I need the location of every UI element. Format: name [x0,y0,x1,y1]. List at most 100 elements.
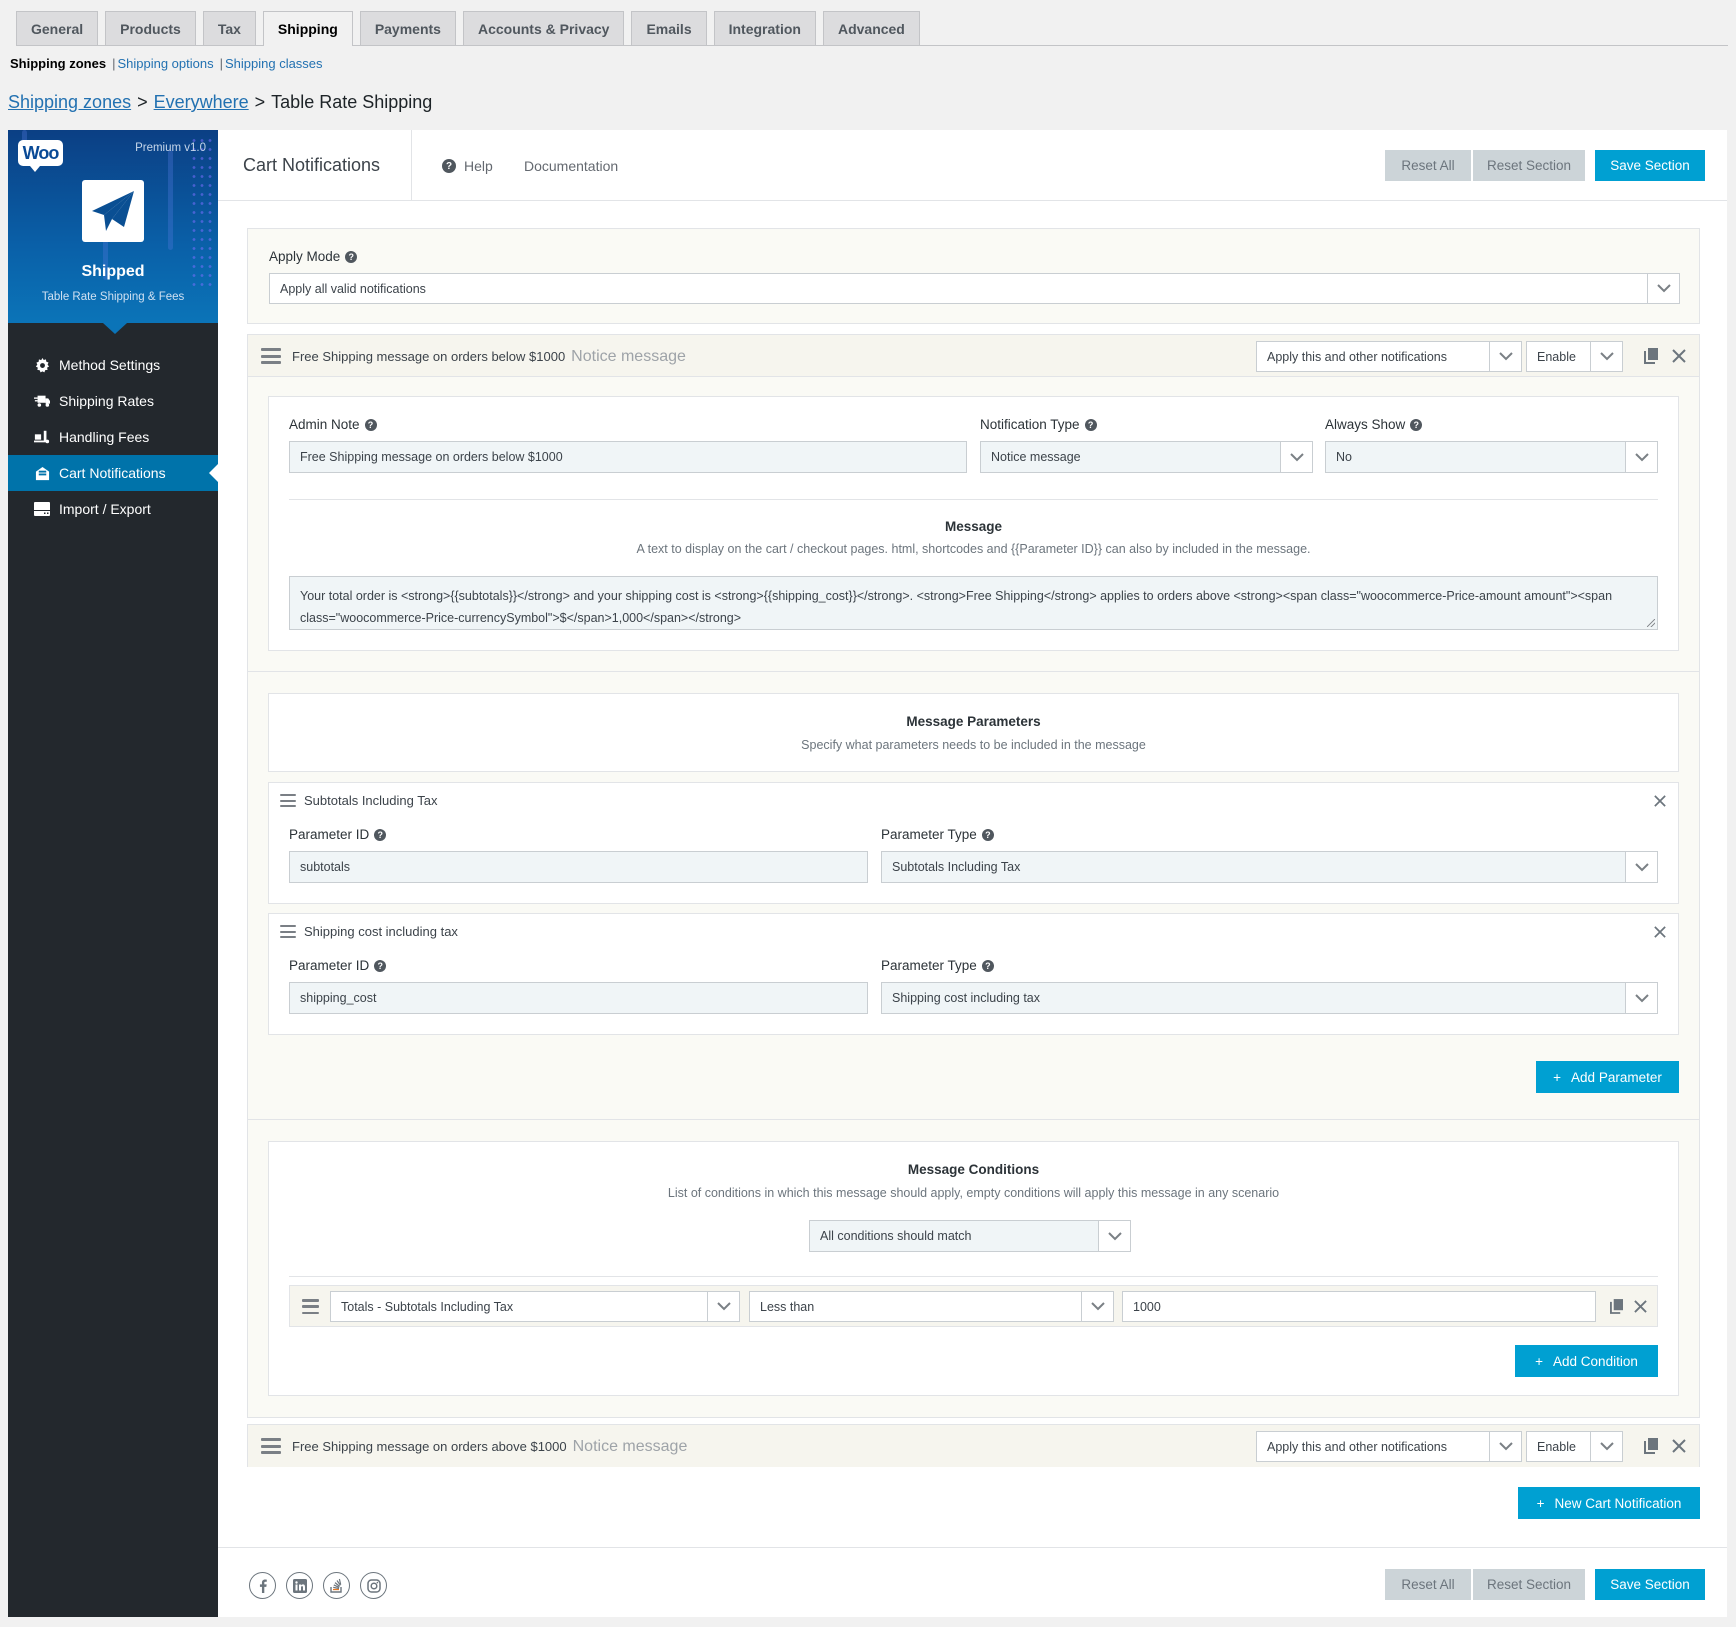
message-textarea[interactable]: Your total order is <strong>{{subtotals}… [289,576,1658,630]
parameter-type-label-text: Parameter Type [881,827,977,842]
panel-header: Cart Notifications ? Help Documentation … [218,130,1727,201]
drag-handle-icon[interactable] [280,794,296,807]
instagram-icon[interactable] [360,1572,387,1599]
reset-section-button[interactable]: Reset Section [1473,1569,1587,1600]
condition-field-select[interactable]: Totals - Subtotals Including Tax [330,1291,740,1322]
sidebar-item-label: Handling Fees [59,429,150,445]
sidebar-item-method-settings[interactable]: Method Settings [8,347,218,383]
sidebar-item-handling-fees[interactable]: Handling Fees [8,419,218,455]
parameter-type-select[interactable]: Subtotals Including Tax [881,851,1658,883]
new-cart-notification-button[interactable]: + New Cart Notification [1518,1487,1700,1519]
question-icon: ? [442,159,456,173]
status-select[interactable]: Enable [1526,1431,1623,1462]
notification-name: Free Shipping message on orders above $1… [292,1439,567,1454]
parameter-id-input[interactable]: subtotals [289,851,868,883]
question-icon[interactable]: ? [1084,418,1097,431]
parameter-type-select[interactable]: Shipping cost including tax [881,982,1658,1014]
tab-products[interactable]: Products [105,11,196,45]
condition-value-input[interactable]: 1000 [1122,1291,1596,1322]
tab-accounts-privacy[interactable]: Accounts & Privacy [462,11,625,45]
drag-handle-icon[interactable] [280,925,296,938]
breadcrumb: Shipping zones > Everywhere > Table Rate… [8,92,432,113]
tab-general[interactable]: General [16,11,99,45]
conditions-description: List of conditions in which this message… [667,1186,1280,1200]
chevron-down-icon [707,1292,739,1321]
apply-behavior-select[interactable]: Apply this and other notifications [1256,1431,1522,1462]
breadcrumb-everywhere[interactable]: Everywhere [154,92,249,113]
parameter-title: Shipping cost including tax [304,924,458,939]
subnav-shipping-options[interactable]: Shipping options [117,56,213,71]
close-icon[interactable] [1654,795,1666,807]
notification-type-field-label: Notification Type ? [980,417,1097,432]
sidebar-item-import-export[interactable]: Import / Export [8,491,218,527]
brand-pointer [103,323,127,334]
drag-handle-icon[interactable] [261,1438,281,1454]
question-icon[interactable]: ? [364,418,377,431]
tab-tax[interactable]: Tax [202,11,256,45]
chevron-down-icon [1098,1221,1130,1251]
linkedin-icon[interactable] [286,1572,313,1599]
subnav-shipping-classes[interactable]: Shipping classes [225,56,323,71]
condition-operator-select[interactable]: Less than [749,1291,1114,1322]
close-icon[interactable] [1672,1439,1686,1453]
duplicate-icon[interactable] [1644,1438,1658,1454]
notification-header[interactable]: Free Shipping message on orders above $1… [248,1425,1699,1467]
parameter-title: Subtotals Including Tax [304,793,438,808]
help-link[interactable]: ? Help [442,158,493,174]
add-condition-button[interactable]: + Add Condition [1515,1345,1658,1377]
parameter-type-label: Parameter Type ? [881,958,994,973]
facebook-icon[interactable] [249,1572,276,1599]
question-icon[interactable]: ? [345,250,358,263]
parameter-type-label: Parameter Type ? [881,827,994,842]
drag-handle-icon[interactable] [302,1299,319,1314]
add-parameter-button[interactable]: + Add Parameter [1536,1061,1679,1093]
question-icon[interactable]: ? [981,959,994,972]
sidebar-item-cart-notifications[interactable]: Cart Notifications [8,455,218,491]
always-show-select[interactable]: No [1325,441,1658,473]
parameter-id-label-text: Parameter ID [289,958,370,973]
duplicate-icon[interactable] [1610,1299,1623,1314]
parameter-type-value: Subtotals Including Tax [892,860,1021,874]
sidebar-item-shipping-rates[interactable]: Shipping Rates [8,383,218,419]
reset-section-button[interactable]: Reset Section [1473,150,1587,181]
apply-mode-label: Apply Mode ? [269,249,358,264]
parameter-id-input[interactable]: shipping_cost [289,982,868,1014]
save-section-button[interactable]: Save Section [1595,1569,1705,1600]
status-select[interactable]: Enable [1526,341,1623,372]
tab-integration[interactable]: Integration [713,11,816,45]
save-section-button[interactable]: Save Section [1595,150,1705,181]
subnav-shipping-zones[interactable]: Shipping zones [10,56,106,71]
duplicate-icon[interactable] [1644,348,1658,364]
breadcrumb-shipping-zones[interactable]: Shipping zones [8,92,131,113]
close-icon[interactable] [1672,349,1686,363]
notification-type-select[interactable]: Notice message [980,441,1313,473]
conditions-match-select[interactable]: All conditions should match [809,1220,1131,1252]
admin-note-input[interactable]: Free Shipping message on orders below $1… [289,441,967,473]
status-value: Enable [1537,1439,1576,1454]
tab-advanced[interactable]: Advanced [822,11,920,45]
notification-header[interactable]: Free Shipping message on orders below $1… [248,335,1699,377]
question-icon[interactable]: ? [374,959,387,972]
apply-mode-select[interactable]: Apply all valid notifications [269,273,1680,304]
reset-all-button[interactable]: Reset All [1385,150,1473,181]
close-icon[interactable] [1654,926,1666,938]
stackoverflow-icon[interactable] [323,1572,350,1599]
resize-handle[interactable] [1647,619,1655,627]
apply-behavior-select[interactable]: Apply this and other notifications [1256,341,1522,372]
tab-payments[interactable]: Payments [359,11,456,45]
tab-emails[interactable]: Emails [631,11,707,45]
documentation-link[interactable]: Documentation [524,158,618,174]
question-icon[interactable]: ? [374,828,387,841]
drag-handle-icon[interactable] [261,348,281,364]
question-icon[interactable]: ? [981,828,994,841]
header-divider [411,130,412,201]
question-icon[interactable]: ? [1410,418,1423,431]
tab-shipping[interactable]: Shipping [262,11,353,46]
subnav-separator: | [219,56,223,71]
reset-all-button[interactable]: Reset All [1385,1569,1473,1600]
close-icon[interactable] [1634,1300,1647,1313]
conditions-title: Message Conditions [907,1162,1040,1177]
message-description: A text to display on the cart / checkout… [636,542,1311,556]
plugin-name: Shipped [81,263,145,280]
message-parameters-header: Message Parameters Specify what paramete… [268,693,1679,772]
